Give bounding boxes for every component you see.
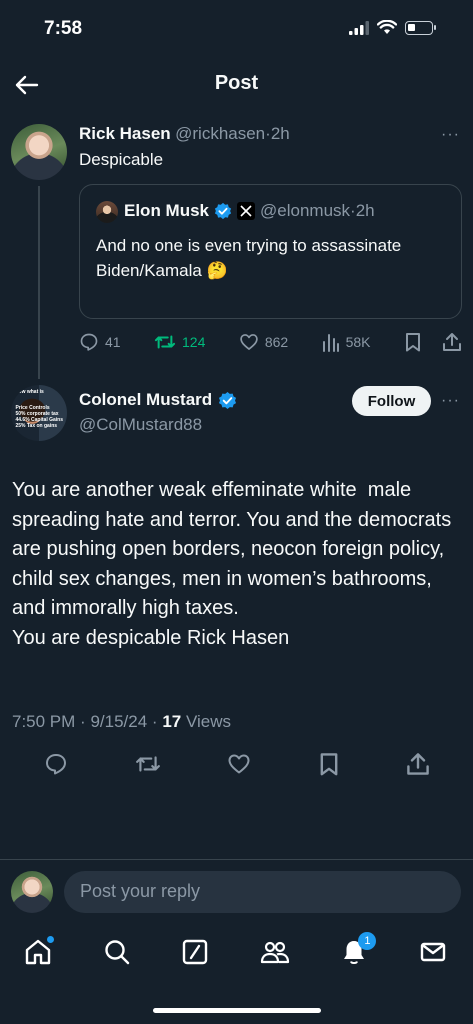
share-icon[interactable] [406,752,430,776]
bookmark-icon[interactable] [404,332,422,352]
reply-input[interactable]: Post your reply [64,871,461,913]
page-title: Post [214,72,259,94]
nav-home[interactable] [24,936,54,966]
reply-icon [80,333,98,351]
views-label[interactable]: Views [186,712,231,731]
quoted-post-card[interactable]: Elon Musk @elonmusk · 2h And no one is eve… [79,184,462,319]
author-handle[interactable]: @rickhasen [175,124,265,143]
like-count: 862 [264,334,289,350]
main-author-name-row: Colonel Mustard [79,390,237,410]
avatar-elon-musk [96,201,118,223]
separator-dot: · [80,712,86,731]
home-notification-dot [47,936,54,943]
my-avatar [11,871,53,913]
post-time: 7:50 PM [12,712,76,731]
reply-count: 41 [105,334,121,350]
main-post-actions [44,752,430,776]
status-icons [349,20,436,35]
share-icon[interactable] [442,332,462,352]
views-action[interactable]: 58K [322,332,371,352]
view-count[interactable]: 17 [162,712,181,731]
home-indicator [153,1008,321,1013]
notification-badge: 1 [358,932,377,950]
follow-button[interactable]: Follow [352,386,431,416]
repost-icon[interactable] [135,752,161,776]
avatar-caption: 25% Tax on gains [15,423,58,429]
grok-icon[interactable] [181,938,209,966]
verified-badge-icon [219,391,237,409]
views-count: 58K [345,334,371,350]
avatar-colonel-mustard[interactable]: how what is Price Controls 50% corporate… [11,385,67,441]
quoted-author-name: Elon Musk [124,201,210,220]
wifi-icon [377,20,397,34]
post-date: 9/15/24 [90,712,148,731]
heart-icon [240,334,258,350]
repost-action[interactable]: 124 [154,332,205,352]
quoted-post-header: Elon Musk @elonmusk · 2h [124,201,375,221]
repost-count: 124 [182,334,206,350]
author-name[interactable]: Rick Hasen [79,124,171,143]
main-post-text: You are another weak effeminate white ma… [12,479,452,649]
repost-icon [154,335,176,349]
bottom-navigation: 1 [24,932,447,966]
thread-connector-line [38,186,40,379]
separator-dot: · [151,712,158,731]
avatar-overlay-text: how what is Price Controls 50% corporate… [15,389,63,429]
parent-post-header: Rick Hasen @rickhasen·2h [79,124,290,144]
status-time: 7:58 [44,18,83,39]
verified-badge-icon [214,202,232,220]
reply-icon[interactable] [44,752,68,776]
parent-post-extra-actions [404,332,462,352]
main-author-name[interactable]: Colonel Mustard [79,390,212,410]
bookmark-icon[interactable] [318,752,340,776]
like-action[interactable]: 862 [239,332,288,352]
quoted-post-time: 2h [355,201,375,220]
quoted-post-text: And no one is even trying to assassinate… [96,236,402,280]
post-metadata: 7:50 PM · 9/15/24 · 17 Views [12,712,231,732]
battery-icon [405,20,436,35]
parent-post-text: Despicable [79,150,164,169]
post-time: 2h [270,124,290,143]
more-options-icon[interactable]: ··· [441,126,460,144]
quoted-author-handle: @elonmusk [260,201,351,220]
parent-post-actions: 41 124 862 58K [79,332,462,352]
more-options-icon[interactable]: ··· [441,392,460,410]
reply-divider [0,859,473,860]
heart-icon[interactable] [227,752,251,776]
communities-icon[interactable] [260,938,290,966]
messages-icon[interactable] [419,938,447,966]
nav-notifications[interactable]: 1 [340,932,377,966]
avatar-caption: how what is [15,389,44,395]
x-logo-icon [237,202,256,220]
cellular-signal-icon [349,20,369,35]
views-chart-icon [322,334,339,352]
main-author-handle[interactable]: @ColMustard88 [79,415,202,435]
reply-action[interactable]: 41 [79,332,121,352]
search-icon[interactable] [103,938,131,966]
avatar-rick-hasen[interactable] [11,124,67,180]
